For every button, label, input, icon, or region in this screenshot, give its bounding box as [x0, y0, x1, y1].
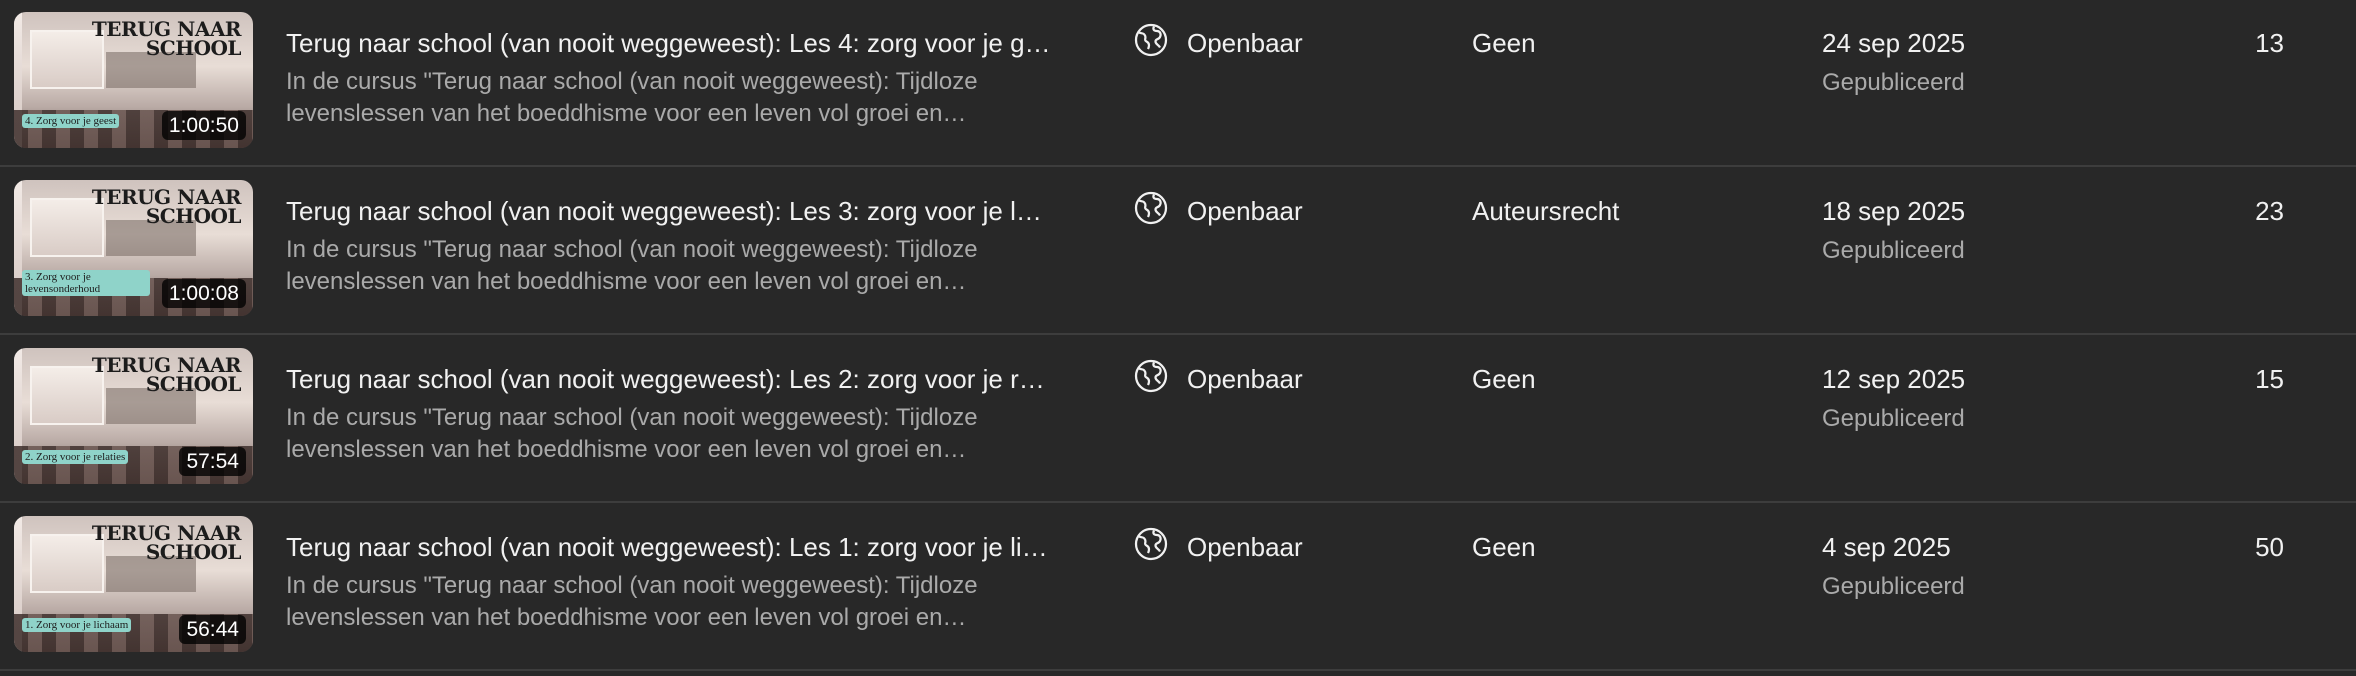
publish-date: 4 sep 2025 [1822, 532, 1951, 562]
thumbnail-lesson-tag: 3. Zorg voor je levensonderhoud [22, 270, 150, 296]
video-row[interactable]: TERUG NAAR SCHOOL 3. Zorg voor je levens… [0, 168, 2356, 335]
view-count: 50 [2255, 532, 2284, 562]
video-title[interactable]: Terug naar school (van nooit weggeweest)… [286, 363, 1056, 395]
publish-status: Gepubliceerd [1822, 573, 1965, 600]
visibility-label[interactable]: Openbaar [1187, 195, 1303, 227]
video-description: In de cursus "Terug naar school (van noo… [286, 68, 978, 127]
publish-status: Gepubliceerd [1822, 405, 1965, 432]
thumbnail-lesson-tag: 4. Zorg voor je geest [22, 114, 120, 128]
thumbnail-title: TERUG NAAR SCHOOL [91, 353, 242, 396]
visibility-label[interactable]: Openbaar [1187, 531, 1303, 563]
video-duration: 1:00:08 [161, 279, 246, 308]
restrictions-label: Geen [1472, 364, 1536, 394]
video-row[interactable]: TERUG NAAR SCHOOL 2. Zorg voor je relati… [0, 336, 2356, 503]
view-count: 15 [2255, 364, 2284, 394]
globe-icon[interactable] [1133, 526, 1169, 562]
publish-date: 12 sep 2025 [1822, 364, 1966, 394]
publish-status: Gepubliceerd [1822, 237, 1965, 264]
video-duration: 56:44 [179, 615, 246, 644]
thumbnail-lesson-tag: 1. Zorg voor je lichaam [22, 618, 132, 632]
video-row[interactable]: TERUG NAAR SCHOOL 4. Zorg voor je geest … [0, 0, 2356, 167]
view-count: 13 [2255, 28, 2284, 58]
thumbnail-title: TERUG NAAR SCHOOL [91, 185, 242, 228]
video-description: In de cursus "Terug naar school (van noo… [286, 404, 978, 463]
video-thumbnail[interactable]: TERUG NAAR SCHOOL 1. Zorg voor je lichaa… [14, 516, 253, 652]
thumbnail-title: TERUG NAAR SCHOOL [91, 521, 242, 564]
thumbnail-lesson-tag: 2. Zorg voor je relaties [22, 450, 129, 464]
video-thumbnail[interactable]: TERUG NAAR SCHOOL 3. Zorg voor je levens… [14, 180, 253, 316]
visibility-label[interactable]: Openbaar [1187, 363, 1303, 395]
restrictions-label: Geen [1472, 28, 1536, 58]
globe-icon[interactable] [1133, 358, 1169, 394]
video-list: TERUG NAAR SCHOOL 4. Zorg voor je geest … [0, 0, 2356, 676]
video-title[interactable]: Terug naar school (van nooit weggeweest)… [286, 195, 1056, 227]
view-count: 23 [2255, 196, 2284, 226]
publish-date: 24 sep 2025 [1822, 28, 1966, 58]
video-duration: 1:00:50 [161, 111, 246, 140]
thumbnail-title: TERUG NAAR SCHOOL [91, 17, 242, 60]
restrictions-label: Geen [1472, 532, 1536, 562]
video-thumbnail[interactable]: TERUG NAAR SCHOOL 4. Zorg voor je geest … [14, 12, 253, 148]
globe-icon[interactable] [1133, 22, 1169, 58]
globe-icon[interactable] [1133, 190, 1169, 226]
video-title[interactable]: Terug naar school (van nooit weggeweest)… [286, 531, 1056, 563]
video-thumbnail[interactable]: TERUG NAAR SCHOOL 2. Zorg voor je relati… [14, 348, 253, 484]
video-duration: 57:54 [179, 447, 246, 476]
video-title[interactable]: Terug naar school (van nooit weggeweest)… [286, 27, 1056, 59]
visibility-label[interactable]: Openbaar [1187, 27, 1303, 59]
video-description: In de cursus "Terug naar school (van noo… [286, 236, 978, 295]
restrictions-label: Auteursrecht [1472, 196, 1620, 226]
publish-status: Gepubliceerd [1822, 69, 1965, 96]
video-description: In de cursus "Terug naar school (van noo… [286, 572, 978, 631]
video-row[interactable]: TERUG NAAR SCHOOL 1. Zorg voor je lichaa… [0, 504, 2356, 671]
publish-date: 18 sep 2025 [1822, 196, 1966, 226]
